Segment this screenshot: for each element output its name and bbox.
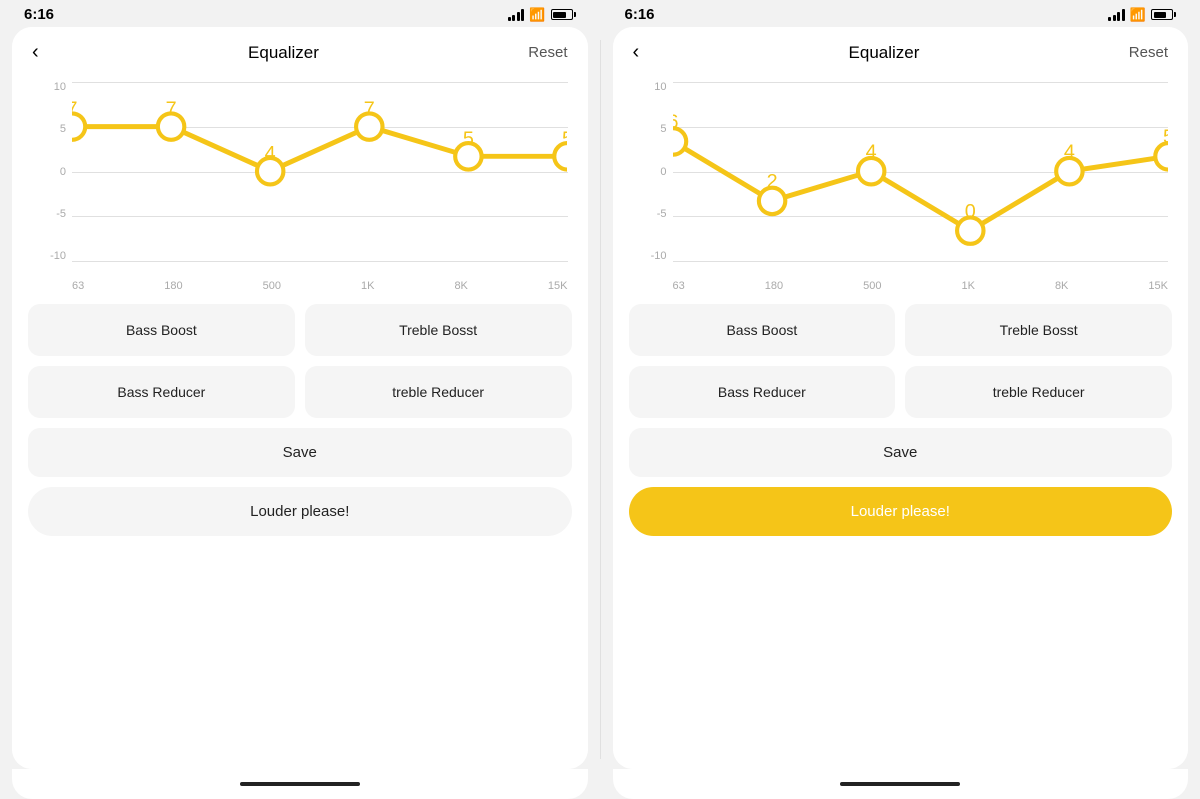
right-signal-icon: [1108, 9, 1125, 21]
right-back-button[interactable]: ‹: [633, 41, 640, 64]
left-reset-button[interactable]: Reset: [528, 44, 567, 61]
right-eq-svg: 6 2 4 0 4 5: [673, 82, 1168, 379]
right-eq-chart: 10 5 0 -5 -10: [613, 74, 1189, 292]
right-eq-x-labels: 63 180 500 1K 8K 15K: [673, 280, 1169, 292]
left-eq-svg: 7 7 4 7 5 5: [72, 82, 567, 379]
left-back-button[interactable]: ‹: [32, 41, 39, 64]
left-time: 6:16: [24, 6, 54, 23]
right-home-bar: [840, 782, 960, 786]
right-nav-bar: ‹ Equalizer Reset: [613, 27, 1189, 74]
left-phone-content: ‹ Equalizer Reset 10 5 0 -5 -10: [12, 27, 588, 769]
right-save-button[interactable]: Save: [629, 428, 1173, 477]
right-eq-y-labels: 10 5 0 -5 -10: [633, 82, 671, 262]
left-status-icons: 📶: [508, 7, 576, 23]
left-save-button[interactable]: Save: [28, 428, 572, 477]
right-reset-button[interactable]: Reset: [1129, 44, 1168, 61]
left-eq-y-labels: 10 5 0 -5 -10: [32, 82, 70, 262]
left-signal-icon: [508, 9, 525, 21]
right-status-icons: 📶: [1108, 7, 1176, 23]
left-eq-x-labels: 63 180 500 1K 8K 15K: [72, 280, 568, 292]
left-louder-button[interactable]: Louder please!: [28, 487, 572, 536]
right-status-bar: 6:16 📶: [601, 0, 1200, 27]
right-time: 6:16: [625, 6, 655, 23]
right-wifi-icon: 📶: [1130, 7, 1146, 23]
left-eq-chart: 10 5 0 -5 -10: [12, 74, 588, 292]
right-home-indicator: [613, 769, 1189, 799]
left-phone: 6:16 📶 ‹: [0, 0, 600, 799]
right-louder-button[interactable]: Louder please!: [629, 487, 1173, 536]
left-status-bar: 6:16 📶: [0, 0, 600, 27]
left-nav-title: Equalizer: [248, 43, 319, 63]
right-phone-content: ‹ Equalizer Reset 10 5 0 -5 -10: [613, 27, 1189, 769]
left-home-indicator: [12, 769, 588, 799]
left-nav-bar: ‹ Equalizer Reset: [12, 27, 588, 74]
left-wifi-icon: 📶: [529, 7, 545, 23]
right-nav-title: Equalizer: [849, 43, 920, 63]
right-battery-icon: [1151, 9, 1176, 20]
right-phone: 6:16 📶 ‹: [601, 0, 1200, 799]
left-home-bar: [240, 782, 360, 786]
left-battery-icon: [551, 9, 576, 20]
